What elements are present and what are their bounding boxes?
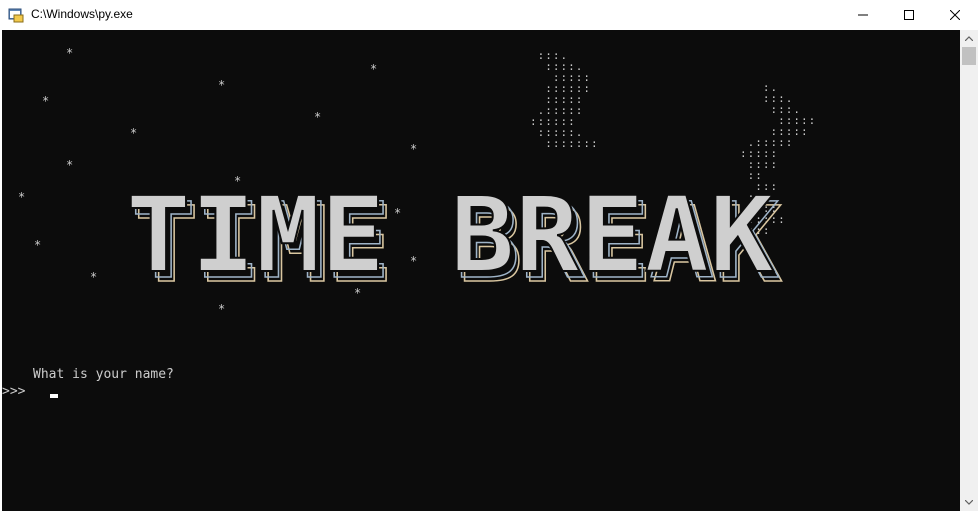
minimize-icon xyxy=(858,14,868,16)
title-bar: C:\Windows\py.exe xyxy=(0,0,978,30)
vertical-scrollbar[interactable] xyxy=(960,30,978,511)
text-cursor[interactable] xyxy=(50,394,58,398)
chevron-down-icon xyxy=(965,500,973,505)
scroll-down-button[interactable] xyxy=(960,494,978,511)
prompt-question: What is your name? xyxy=(33,367,174,382)
prompt-marker: >>> xyxy=(2,384,26,399)
chevron-up-icon xyxy=(965,36,973,41)
console-output[interactable]: * * * * * * * * * * * * * * * * :::. :::… xyxy=(2,30,960,511)
close-icon xyxy=(950,10,960,20)
logo-text: TIME BREAK xyxy=(126,174,774,296)
python-console-icon xyxy=(8,8,24,23)
minimize-button[interactable] xyxy=(840,0,886,30)
close-button[interactable] xyxy=(932,0,978,30)
scroll-up-button[interactable] xyxy=(960,30,978,47)
window-title: C:\Windows\py.exe xyxy=(31,7,133,21)
maximize-button[interactable] xyxy=(886,0,932,30)
maximize-icon xyxy=(904,10,914,20)
scrollbar-thumb[interactable] xyxy=(962,47,976,65)
time-break-logo: TIME BREAK TIME BREAK TIME BREAK xyxy=(125,173,783,307)
